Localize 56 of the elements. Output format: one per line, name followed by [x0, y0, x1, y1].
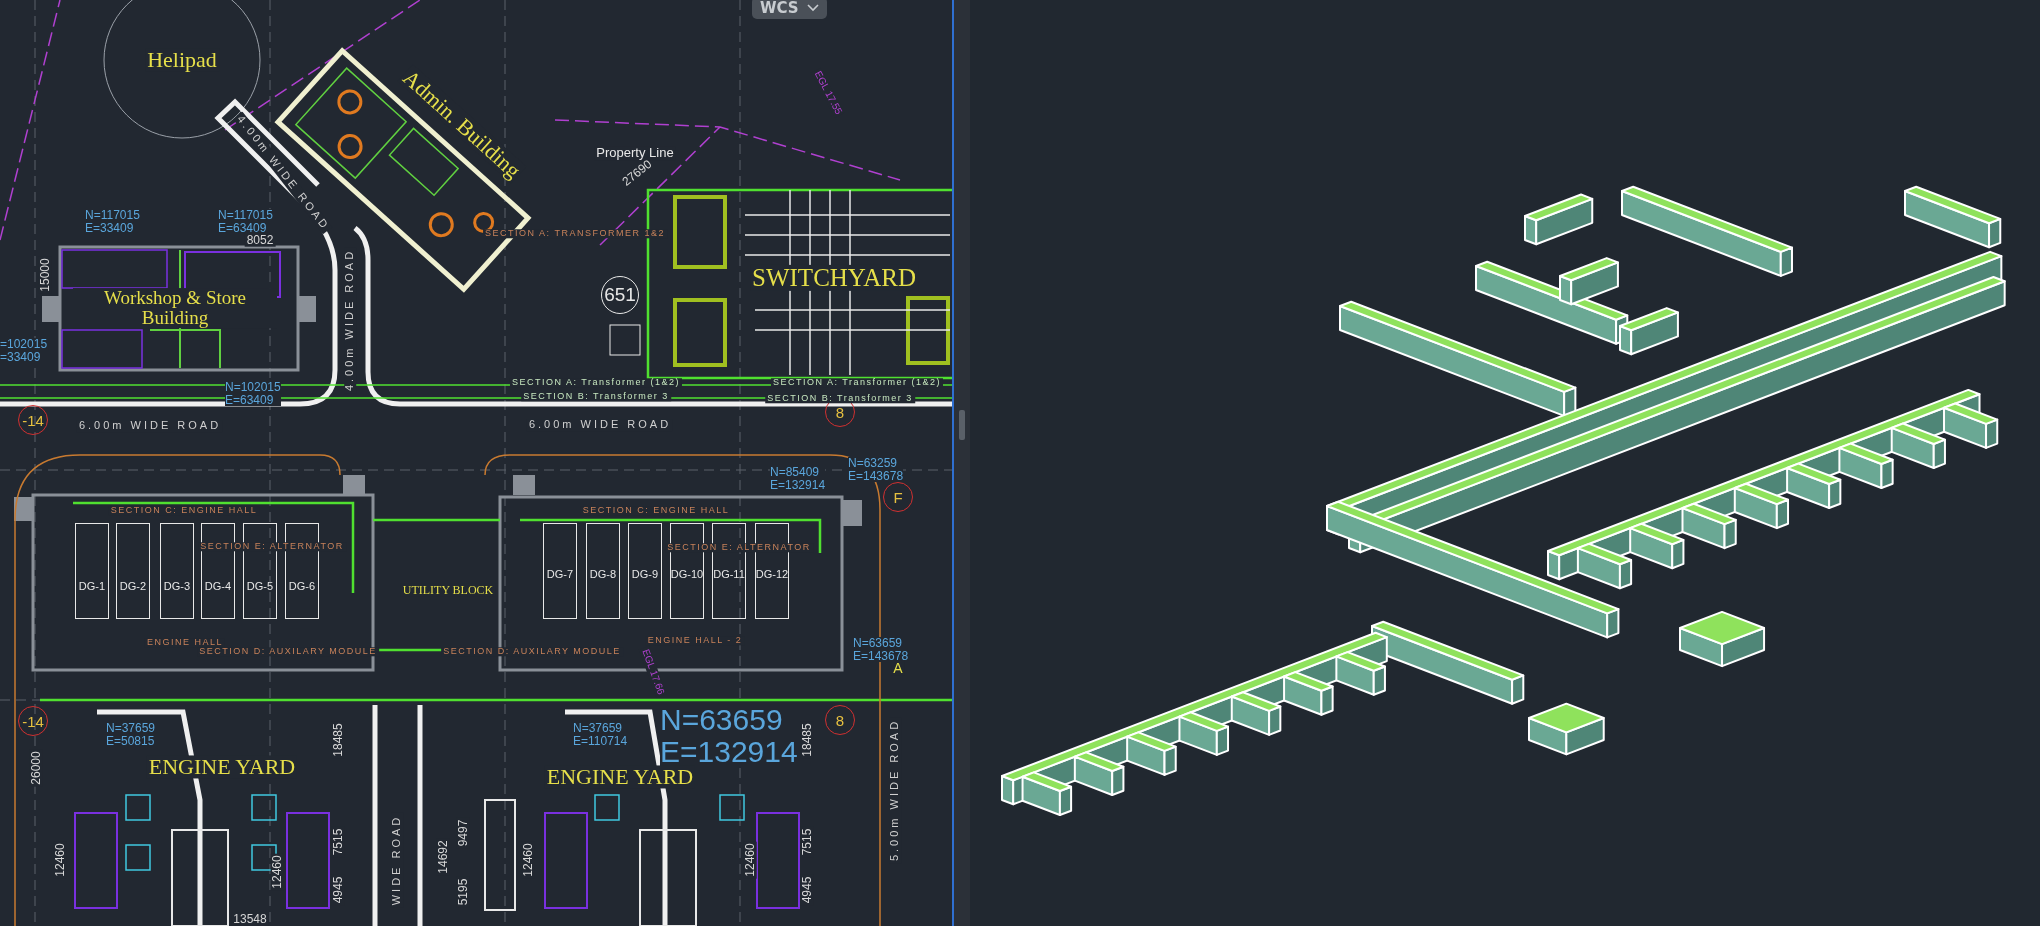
generator-label: DG-10 — [670, 568, 704, 582]
generator-label: DG-4 — [204, 580, 232, 594]
section-label: SECTION B: Transformer 3 — [521, 392, 671, 402]
dimension-label: 12460 — [270, 853, 284, 891]
dimension-label: 12460 — [521, 841, 535, 879]
generator-label: DG-3 — [163, 580, 191, 594]
dimension-label: 13548 — [231, 912, 269, 926]
dimension-label: 4945 — [800, 874, 814, 906]
grid-label: A — [891, 660, 905, 676]
generator-label: DG-2 — [119, 580, 147, 594]
section-label: ENGINE HALL — [145, 638, 225, 648]
dimension-label: 12460 — [743, 841, 757, 879]
dimension-label: 7515 — [800, 826, 814, 858]
north-coordinate: N=117015 — [218, 209, 273, 222]
generator-label: DG-1 — [78, 580, 106, 594]
section-label: SECTION A: Transformer (1&2) — [510, 378, 682, 388]
north-coordinate: N=37659 — [106, 722, 156, 735]
dimension-label: 14692 — [436, 838, 450, 876]
area-label: ENGINE YARD — [544, 765, 696, 789]
area-label: Workshop & Store Building — [73, 288, 277, 328]
area-label: ENGINE YARD — [146, 755, 298, 779]
generator-label: DG-11 — [713, 568, 745, 582]
dimension-label: 18485 — [331, 721, 345, 759]
generator-label: DG-7 — [546, 568, 574, 582]
dimension-label: 12460 — [53, 841, 67, 879]
dimension-label: 8052 — [244, 233, 276, 247]
dimension-label: 18485 — [800, 721, 814, 759]
north-coordinate: N=85409 — [770, 466, 826, 479]
elevation-label: EGL 17.66 — [639, 646, 667, 698]
generator-label: DG-6 — [288, 580, 316, 594]
section-label: SECTION D: AUXILARY MODULE — [197, 647, 379, 657]
chevron-down-icon — [806, 4, 819, 12]
dimension-label: 5195 — [456, 876, 470, 908]
north-coordinate: =102015 — [0, 338, 48, 351]
area-label: UTILITY BLOCK — [400, 583, 496, 597]
section-label: SECTION A: TRANSFORMER 1&2 — [483, 229, 667, 239]
generator-label: DG-9 — [631, 568, 659, 582]
dimension-label: 15000 — [38, 256, 52, 294]
dimension-label: 26000 — [29, 749, 43, 787]
scrollbar-thumb[interactable] — [959, 410, 965, 440]
area-label: SWITCHYARD — [750, 264, 918, 292]
coordinate-system-dropdown[interactable]: WCS — [752, 0, 827, 19]
generator-label: DG-12 — [755, 568, 789, 582]
property-line-label: Property Line — [594, 146, 676, 160]
north-coordinate: N=63259 — [848, 457, 904, 470]
dimension-label: 7515 — [331, 826, 345, 858]
dimension-label: 9497 — [456, 817, 470, 849]
north-coordinate: N=102015 — [225, 381, 281, 394]
section-label: SECTION B: Transformer 3 — [765, 394, 915, 404]
dimension-label: 4945 — [331, 874, 345, 906]
generator-label: DG-5 — [246, 580, 274, 594]
east-coordinate: E=132914 — [660, 735, 798, 767]
generator-label: DG-8 — [589, 568, 617, 582]
drawing-viewport[interactable] — [0, 0, 954, 926]
north-coordinate: N=117015 — [85, 209, 140, 222]
section-label: SECTION A: Transformer (1&2) — [771, 378, 943, 388]
